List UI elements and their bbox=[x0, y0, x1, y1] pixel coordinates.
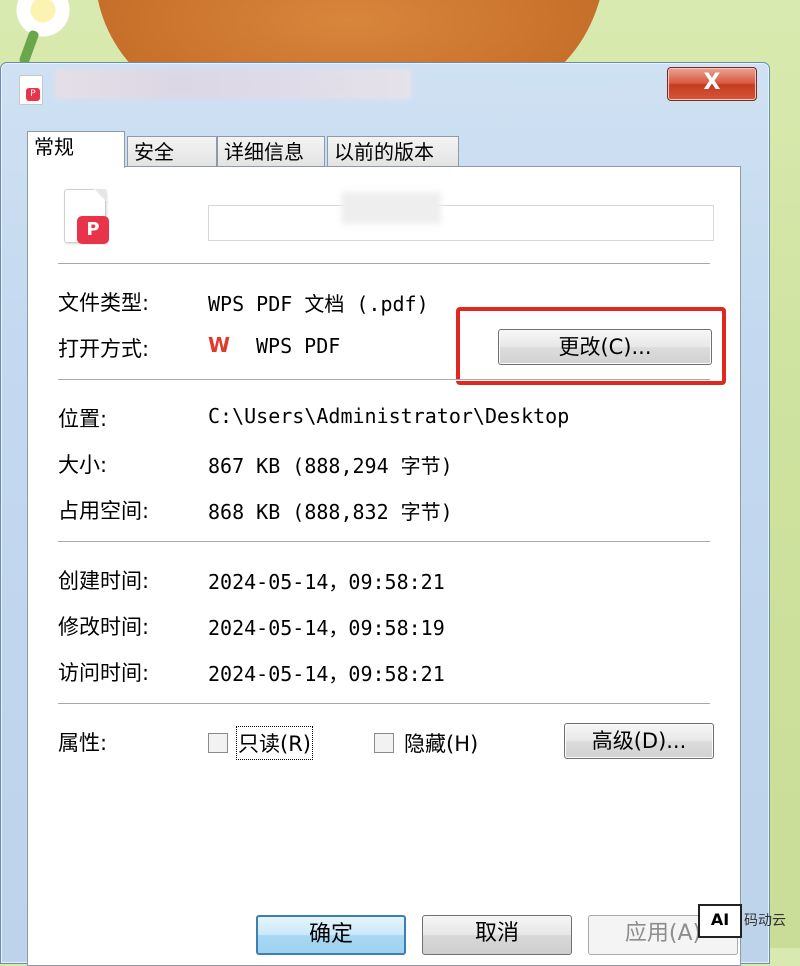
file-type-value: WPS PDF 文档 (.pdf) bbox=[208, 292, 429, 316]
size-value: 867 KB (888,294 字节) bbox=[208, 454, 453, 478]
readonly-label[interactable]: 只读(R) bbox=[236, 726, 313, 760]
wps-logo-icon: W bbox=[208, 333, 231, 357]
accessed-value: 2024-05-14，09:58:21 bbox=[208, 662, 445, 686]
change-button[interactable]: 更改(C)... bbox=[498, 329, 712, 365]
watermark-logo-box: AI bbox=[698, 904, 742, 938]
pdf-badge-icon: P bbox=[26, 88, 40, 101]
file-name-redacted bbox=[341, 192, 441, 224]
readonly-checkbox[interactable] bbox=[208, 733, 228, 753]
pdf-file-icon: P bbox=[64, 189, 109, 244]
general-tab-panel: P 文件类型: WPS PDF 文档 (.pdf) 打开方式: W WPS PD… bbox=[27, 166, 741, 966]
location-value: C:\Users\Administrator\Desktop bbox=[208, 404, 570, 428]
divider bbox=[58, 703, 710, 704]
location-label: 位置: bbox=[58, 407, 108, 431]
cancel-button[interactable]: 取消 bbox=[422, 915, 572, 955]
title-bar[interactable]: P X bbox=[1, 63, 769, 115]
properties-dialog: P X 常规 安全 详细信息 以前的版本 P 文件类型: WPS PDF 文档 … bbox=[0, 62, 770, 966]
open-with-label: 打开方式: bbox=[58, 337, 150, 361]
tab-previous-versions[interactable]: 以前的版本 bbox=[327, 136, 459, 166]
divider bbox=[58, 379, 710, 380]
file-name-field[interactable] bbox=[208, 192, 714, 241]
attributes-label: 属性: bbox=[58, 731, 108, 755]
tab-security[interactable]: 安全 bbox=[127, 136, 217, 166]
tab-general[interactable]: 常规 bbox=[27, 131, 125, 168]
pdf-badge-icon: P bbox=[77, 216, 109, 244]
file-type-label: 文件类型: bbox=[58, 291, 150, 315]
size-label: 大小: bbox=[58, 453, 108, 477]
pdf-file-icon: P bbox=[19, 75, 43, 105]
tab-details[interactable]: 详细信息 bbox=[217, 136, 325, 166]
modified-label: 修改时间: bbox=[58, 615, 150, 639]
created-label: 创建时间: bbox=[58, 569, 150, 593]
watermark-text: 码动云 bbox=[744, 913, 786, 929]
close-button[interactable]: X bbox=[667, 67, 757, 101]
modified-value: 2024-05-14，09:58:19 bbox=[208, 616, 445, 640]
size-on-disk-label: 占用空间: bbox=[58, 499, 150, 523]
watermark-logo: AI 码动云 bbox=[698, 902, 798, 942]
divider bbox=[58, 263, 710, 264]
accessed-label: 访问时间: bbox=[58, 661, 150, 685]
divider bbox=[58, 541, 710, 542]
ok-button[interactable]: 确定 bbox=[256, 915, 406, 955]
hidden-checkbox[interactable] bbox=[374, 733, 394, 753]
window-title-redacted bbox=[55, 69, 411, 99]
advanced-button[interactable]: 高级(D)... bbox=[564, 723, 714, 759]
wallpaper-flower bbox=[8, 0, 78, 40]
size-on-disk-value: 868 KB (888,832 字节) bbox=[208, 500, 453, 524]
tab-strip: 常规 安全 详细信息 以前的版本 bbox=[27, 131, 743, 168]
open-with-value: WPS PDF bbox=[256, 334, 341, 358]
created-value: 2024-05-14，09:58:21 bbox=[208, 570, 445, 594]
hidden-label[interactable]: 隐藏(H) bbox=[404, 728, 478, 758]
